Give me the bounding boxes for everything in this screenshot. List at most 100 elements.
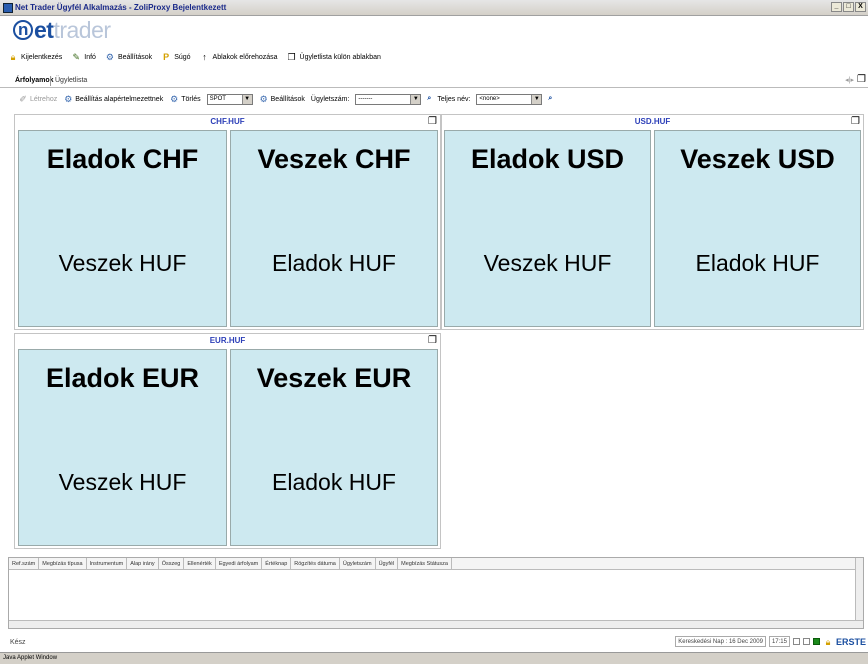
column-header[interactable]: Ellenérték (184, 558, 216, 569)
buy-label: Veszek USD (680, 144, 835, 174)
connection-indicator-icon (812, 638, 820, 645)
window-title: Net Trader Ügyfél Alkalmazás - ZoliProxy… (15, 3, 227, 12)
window-controls: _ □ X (831, 2, 866, 12)
search-icon[interactable]: ⌕ (548, 95, 552, 103)
buy-counter-label: Veszek HUF (58, 469, 187, 495)
close-button[interactable]: X (855, 2, 866, 12)
menu-bar: 🔒︎ Kijelentkezés ✎ Infó ⚙ Beállítások P Súgó… (0, 48, 868, 66)
chevron-down-icon: ▼ (531, 94, 542, 104)
buy-counter-label: Veszek HUF (483, 250, 612, 276)
toolbar: ✐ Létrehoz ⚙ Beállítás alapértelmezettnek … (0, 90, 868, 108)
column-header[interactable]: Megbízás Státusza (398, 558, 452, 569)
erste-logo: ERSTE (835, 636, 866, 647)
tab-separator (50, 76, 51, 86)
menu-info[interactable]: ✎ Infó (71, 52, 95, 62)
menu-help[interactable]: P Súgó (161, 52, 190, 62)
settings-icon: ⚙ (259, 94, 268, 104)
orders-table: Ref.szám Megbízás típusa Instrumentum Al… (8, 557, 864, 629)
tab-bar: Árfolyamok Ügyletlista ◂|▸ ❐ (0, 73, 868, 88)
tab-ugyletlista[interactable]: Ügyletlista (52, 75, 90, 88)
sell-usd-button[interactable]: Eladok USD Veszek HUF (444, 130, 651, 327)
status-indicator-icon (802, 638, 810, 645)
column-header[interactable]: Ügyletszám (340, 558, 376, 569)
ugyletszam-select[interactable]: ------- ▼ (355, 93, 422, 105)
panel-title: EUR.HUF (209, 336, 246, 345)
panel-title: CHF.HUF (210, 117, 245, 126)
ugyletszam-label: Ügyletszám: (310, 95, 350, 103)
sell-counter-label: Eladok HUF (272, 250, 396, 276)
buy-eur-button[interactable]: Veszek EUR Eladok HUF (230, 349, 438, 546)
info-icon: ✎ (72, 52, 81, 62)
restore-icon[interactable]: ❐ (857, 74, 866, 85)
column-header[interactable]: Alap irány (127, 558, 159, 569)
menu-orderlist-window[interactable]: ❐ Ügyletlista külön ablakban (287, 52, 381, 62)
buy-label: Veszek EUR (256, 363, 412, 393)
sell-counter-label: Eladok HUF (272, 469, 396, 495)
sell-eur-button[interactable]: Eladok EUR Veszek HUF (18, 349, 227, 546)
menu-bring-windows[interactable]: ↑ Ablakok előrehozása (200, 52, 277, 62)
settings-icon: ⚙ (64, 94, 73, 104)
sell-label: Eladok EUR (45, 363, 200, 393)
status-bar: Kész Kereskedési Nap : 16 Dec 2009 17:15… (0, 632, 868, 652)
java-applet-bar: Java Applet Window (0, 652, 868, 664)
chevron-down-icon: ▼ (410, 94, 421, 104)
column-header[interactable]: Ref.szám (9, 558, 40, 569)
delete-button[interactable]: ⚙ Törlés (169, 94, 201, 104)
logo-n: n (13, 20, 33, 40)
menu-logout[interactable]: 🔒︎ Kijelentkezés (8, 52, 63, 62)
panel-usd-huf: USD.HUF ❐ Eladok USD Veszek HUF Veszek U… (441, 114, 864, 330)
clock: 17:15 (768, 636, 790, 647)
spot-select[interactable]: SPOT ▼ (206, 93, 253, 105)
sell-label: Eladok USD (470, 144, 625, 174)
reset-defaults-button[interactable]: ⚙ Beállítás alapértelmezettnek (63, 94, 163, 104)
buy-chf-button[interactable]: Veszek CHF Eladok HUF (230, 130, 438, 327)
create-icon: ✐ (19, 94, 27, 104)
restore-icon[interactable]: ❐ (851, 116, 860, 127)
settings-icon: ⚙ (105, 52, 114, 62)
column-header[interactable]: Értéknap (262, 558, 292, 569)
delete-icon: ⚙ (170, 94, 179, 104)
tab-scroll-arrows-icon[interactable]: ◂|▸ (845, 76, 854, 84)
column-header[interactable]: Rögzítés dátuma (291, 558, 340, 569)
status-right: Kereskedési Nap : 16 Dec 2009 17:15 🔒︎ E… (675, 636, 866, 647)
horizontal-scrollbar[interactable] (9, 620, 863, 628)
lock-icon: 🔒︎ (825, 636, 831, 647)
window-titlebar: Net Trader Ügyfél Alkalmazás - ZoliProxy… (0, 0, 868, 16)
status-indicator-icon (792, 638, 800, 645)
teljes-nev-select[interactable]: <none> ▼ (476, 93, 543, 105)
buy-counter-label: Veszek HUF (58, 250, 187, 276)
vertical-scrollbar[interactable] (855, 558, 863, 628)
column-header[interactable]: Ügyfél (376, 558, 399, 569)
window-icon: ❐ (287, 52, 296, 62)
app-icon (3, 2, 13, 13)
nettrader-logo: n et trader (13, 17, 111, 43)
restore-icon[interactable]: ❐ (428, 335, 437, 346)
column-header[interactable]: Instrumentum (87, 558, 128, 569)
restore-icon[interactable]: ❐ (428, 116, 437, 127)
sell-chf-button[interactable]: Eladok CHF Veszek HUF (18, 130, 227, 327)
menu-settings[interactable]: ⚙ Beállítások (105, 52, 152, 62)
minimize-button[interactable]: _ (831, 2, 842, 12)
trading-day: Kereskedési Nap : 16 Dec 2009 (675, 636, 766, 647)
lock-icon: 🔒︎ (10, 52, 16, 62)
sell-label: Eladok CHF (46, 144, 199, 174)
status-text: Kész (10, 638, 26, 646)
column-header[interactable]: Összeg (159, 558, 185, 569)
column-header[interactable]: Egyedi árfolyam (216, 558, 263, 569)
sell-counter-label: Eladok HUF (695, 250, 820, 276)
panel-eur-huf: EUR.HUF ❐ Eladok EUR Veszek HUF Veszek E… (14, 333, 441, 549)
help-icon: P (163, 52, 170, 62)
arrow-up-icon: ↑ (202, 52, 207, 62)
chevron-down-icon: ▼ (241, 94, 252, 104)
buy-usd-button[interactable]: Veszek USD Eladok HUF (654, 130, 861, 327)
column-header[interactable]: Megbízás típusa (39, 558, 87, 569)
orders-header: Ref.szám Megbízás típusa Instrumentum Al… (9, 558, 863, 570)
panel-chf-huf: CHF.HUF ❐ Eladok CHF Veszek HUF Veszek C… (14, 114, 441, 330)
maximize-button[interactable]: □ (843, 2, 854, 12)
create-button[interactable]: ✐ Létrehoz (18, 94, 57, 104)
search-icon[interactable]: ⌕ (427, 95, 431, 103)
logo-et: et (34, 16, 54, 43)
settings-button[interactable]: ⚙ Beállítások (259, 94, 305, 104)
teljes-nev-label: Teljes név: (437, 95, 471, 103)
buy-label: Veszek CHF (257, 144, 411, 174)
